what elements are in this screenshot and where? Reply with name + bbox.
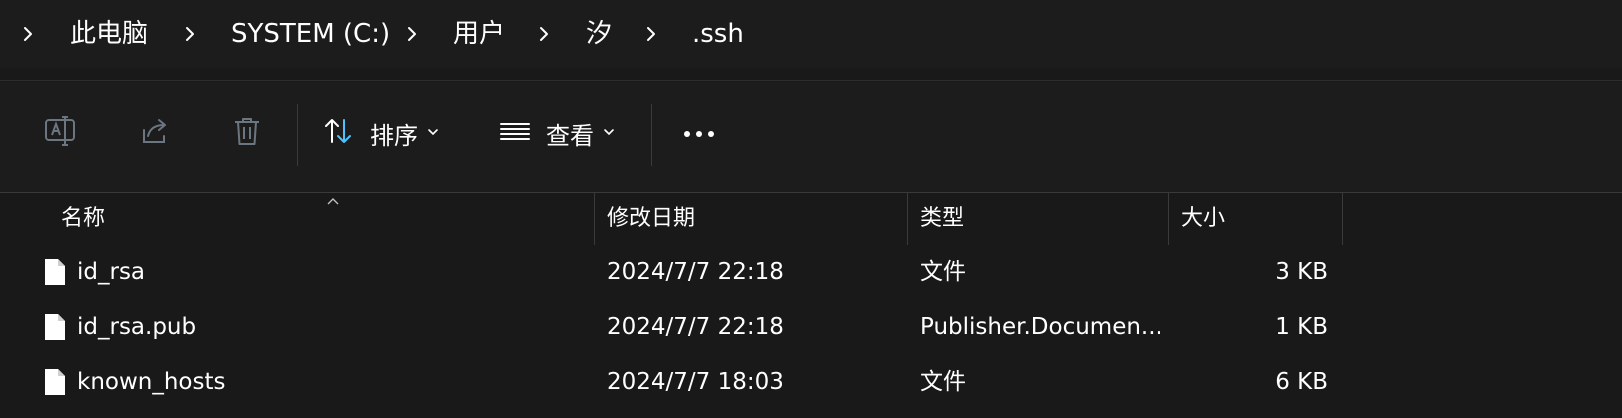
file-modified: 2024/7/7 22:18	[607, 259, 784, 285]
share-button[interactable]	[122, 102, 188, 164]
breadcrumb-system-drive[interactable]: SYSTEM (C:)	[231, 0, 390, 68]
command-bar: 排序 查看	[0, 82, 1622, 192]
column-divider[interactable]	[907, 193, 908, 245]
column-divider[interactable]	[594, 193, 595, 245]
breadcrumb-users[interactable]: 用户	[453, 0, 505, 68]
delete-button[interactable]	[214, 102, 280, 164]
file-row[interactable]: id_rsa 2024/7/7 22:18 文件 3 KB	[0, 244, 1622, 300]
chevron-right-icon[interactable]	[402, 24, 422, 44]
column-header-size[interactable]: 大小	[1181, 193, 1225, 245]
file-size: 1 KB	[1275, 314, 1328, 340]
divider	[0, 80, 1622, 81]
chevron-right-icon[interactable]	[18, 24, 38, 44]
view-label: 查看	[546, 121, 594, 150]
chevron-down-icon	[426, 124, 440, 143]
breadcrumb-user-folder[interactable]: 汐	[586, 0, 612, 68]
column-divider[interactable]	[1342, 193, 1343, 245]
sort-button[interactable]: 排序	[322, 102, 458, 164]
file-row[interactable]: id_rsa.pub 2024/7/7 22:18 Publisher.Docu…	[0, 299, 1622, 355]
more-icon	[682, 124, 716, 143]
sort-label: 排序	[370, 121, 418, 150]
trash-icon	[230, 114, 264, 152]
file-row[interactable]: known_hosts 2024/7/7 18:03 文件 6 KB	[0, 354, 1622, 410]
view-lines-icon	[498, 114, 532, 152]
file-type: 文件	[920, 259, 966, 285]
chevron-right-icon[interactable]	[180, 24, 200, 44]
file-icon	[44, 313, 66, 345]
column-header-modified[interactable]: 修改日期	[607, 193, 695, 245]
file-type: 文件	[920, 369, 966, 395]
file-name: known_hosts	[77, 369, 226, 395]
view-button[interactable]: 查看	[498, 102, 634, 164]
sort-arrows-icon	[322, 114, 356, 152]
file-modified: 2024/7/7 18:03	[607, 369, 784, 395]
rename-button[interactable]	[28, 102, 94, 164]
file-size: 3 KB	[1275, 259, 1328, 285]
file-name: id_rsa.pub	[77, 314, 197, 340]
sort-ascending-indicator-icon	[326, 192, 340, 211]
file-modified: 2024/7/7 22:18	[607, 314, 784, 340]
more-options-button[interactable]	[670, 102, 728, 164]
chevron-right-icon[interactable]	[641, 24, 661, 44]
file-icon	[44, 368, 66, 400]
file-icon	[44, 258, 66, 290]
divider	[297, 104, 298, 166]
chevron-right-icon[interactable]	[534, 24, 554, 44]
chevron-down-icon	[602, 124, 616, 143]
column-header-type[interactable]: 类型	[920, 193, 964, 245]
file-explorer-window: 此电脑 SYSTEM (C:) 用户 汐 .ssh 排序 查看 名称 修改日期 …	[0, 0, 1622, 418]
divider	[651, 104, 652, 166]
share-icon	[138, 114, 172, 152]
divider	[0, 192, 1622, 193]
file-name: id_rsa	[77, 259, 146, 285]
rename-icon	[44, 114, 78, 152]
column-header-name[interactable]: 名称	[61, 193, 105, 245]
file-size: 6 KB	[1275, 369, 1328, 395]
address-breadcrumb-bar: 此电脑 SYSTEM (C:) 用户 汐 .ssh	[0, 0, 1622, 68]
file-type: Publisher.Documen...	[920, 314, 1160, 340]
column-divider[interactable]	[1168, 193, 1169, 245]
breadcrumb-ssh[interactable]: .ssh	[692, 0, 744, 68]
breadcrumb-this-pc[interactable]: 此电脑	[70, 0, 148, 68]
